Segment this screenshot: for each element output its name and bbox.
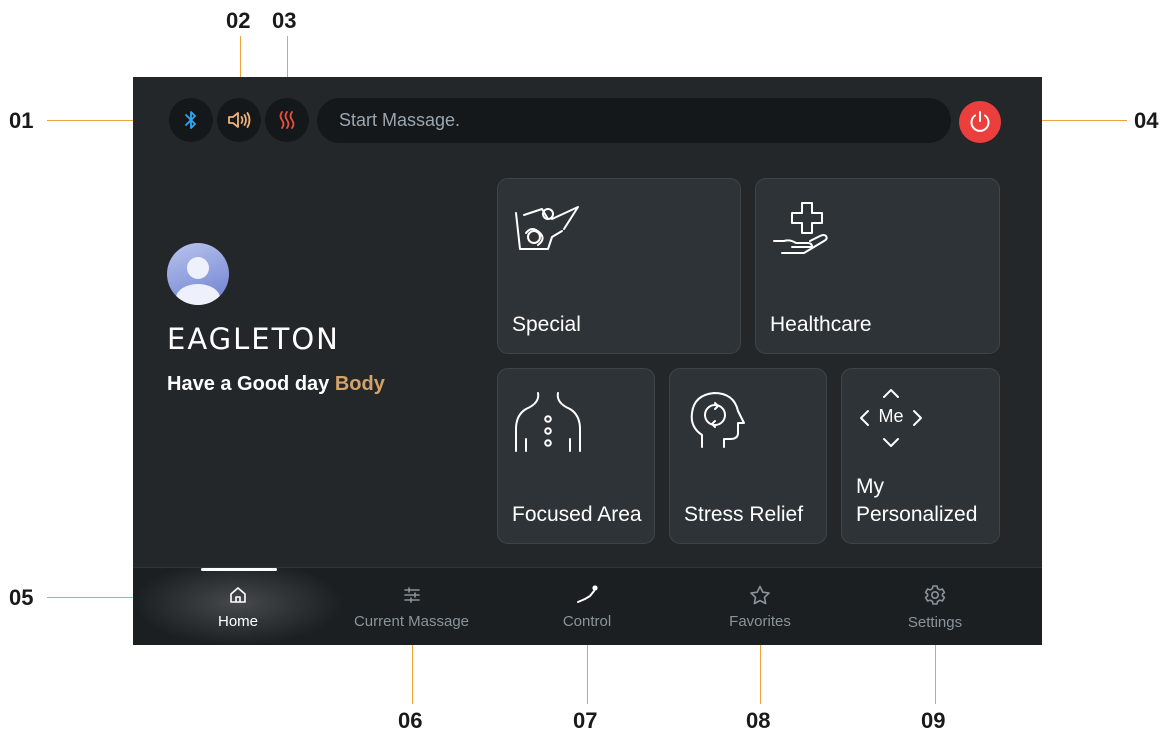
bottom-navigation: Home Current Massage Control Favorites S… xyxy=(133,567,1042,645)
nav-label-current-massage: Current Massage xyxy=(353,612,470,630)
greeting: Have a Good day Body xyxy=(167,373,385,396)
callout-line-09 xyxy=(935,641,936,704)
power-icon xyxy=(970,111,990,132)
nav-item-favorites[interactable]: Favorites xyxy=(680,568,840,645)
card-healthcare-label: Healthcare xyxy=(770,313,872,336)
card-focused-area-label: Focused Area xyxy=(512,503,642,526)
callout-02: 02 xyxy=(226,8,251,33)
nav-label-settings: Settings xyxy=(907,613,963,631)
healthcare-hand-icon xyxy=(773,202,828,254)
speaker-icon xyxy=(228,112,251,128)
callout-06: 06 xyxy=(398,708,423,733)
card-special[interactable]: Special xyxy=(497,178,741,354)
card-my-personalized[interactable]: Me My Personalized xyxy=(841,368,1000,544)
nav-item-settings[interactable]: Settings xyxy=(855,568,1015,645)
greeting-highlight: Body xyxy=(334,373,385,395)
card-my-personalized-line2: Personalized xyxy=(856,503,978,526)
callout-07: 07 xyxy=(573,708,598,733)
card-stress-relief[interactable]: Stress Relief xyxy=(669,368,827,544)
callout-line-08 xyxy=(760,641,761,704)
sliders-icon xyxy=(403,586,420,603)
heat-icon xyxy=(279,111,295,129)
recline-chair-icon xyxy=(577,584,598,603)
bluetooth-button[interactable] xyxy=(169,98,213,142)
card-my-personalized-line1: My xyxy=(856,475,884,498)
user-avatar-icon xyxy=(176,257,220,305)
user-name: EAGLETON xyxy=(167,322,340,356)
gear-icon xyxy=(924,584,946,605)
nav-label-control: Control xyxy=(562,612,612,630)
status-message: Start Massage. xyxy=(317,98,951,143)
callout-line-06 xyxy=(412,641,413,704)
home-icon xyxy=(230,586,246,603)
card-my-personalized-label: My Personalized xyxy=(856,473,977,529)
power-button[interactable] xyxy=(959,101,1001,143)
greeting-text: Have a Good day xyxy=(167,373,335,395)
nav-item-home[interactable]: Home xyxy=(133,568,343,645)
me-navigation-icon: Me xyxy=(858,385,924,451)
card-special-label: Special xyxy=(512,313,581,336)
massage-chair-icon xyxy=(515,206,579,250)
me-label: Me xyxy=(878,406,904,426)
nav-item-current-massage[interactable]: Current Massage xyxy=(329,568,494,645)
avatar[interactable] xyxy=(167,243,229,305)
nav-item-control[interactable]: Control xyxy=(507,568,667,645)
callout-05: 05 xyxy=(9,585,34,610)
callout-08: 08 xyxy=(746,708,771,733)
nav-label-home: Home xyxy=(217,612,258,630)
bluetooth-icon xyxy=(185,111,196,129)
sound-button[interactable] xyxy=(217,98,261,142)
card-stress-relief-label: Stress Relief xyxy=(684,503,804,526)
callout-09: 09 xyxy=(921,708,946,733)
callout-03: 03 xyxy=(272,8,297,33)
star-icon xyxy=(750,585,770,604)
device-screen: Start Massage. EAGLETON Have a Good day … xyxy=(133,77,1042,645)
nav-label-favorites: Favorites xyxy=(729,612,791,630)
back-spine-icon xyxy=(515,392,581,452)
callout-04: 04 xyxy=(1134,108,1159,133)
heat-button[interactable] xyxy=(265,98,309,142)
card-healthcare[interactable]: Healthcare xyxy=(755,178,1000,354)
callout-01: 01 xyxy=(9,108,34,133)
active-indicator xyxy=(201,568,277,571)
head-cycle-icon xyxy=(690,392,745,448)
card-focused-area[interactable]: Focused Area xyxy=(497,368,655,544)
callout-line-07 xyxy=(587,641,588,704)
